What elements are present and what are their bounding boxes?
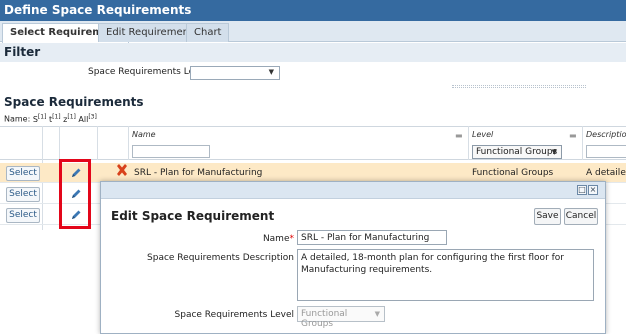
close-icon[interactable]: × [588,185,598,195]
column-level-header[interactable]: Level [472,130,493,139]
edit-dialog: □ × Edit Space Requirement Save Cancel N… [100,181,606,334]
name-index-t[interactable]: t[1] [49,113,61,124]
dialog-titlebar[interactable]: □ × [101,182,605,199]
column-description-header[interactable]: Description [586,130,626,139]
level-field-label: Space Requirements Level [174,310,294,320]
highlight-box [59,159,91,229]
filter-level-select[interactable]: ▼ [190,66,280,80]
filter-heading: Filter [0,43,626,62]
level-select: Functional Groups ▼ [297,306,385,329]
sort-icon[interactable]: ▬ [569,131,577,140]
tab-bar: Select Requirement Edit Requirement Char… [0,21,626,43]
select-button[interactable]: Select [6,187,40,202]
save-button[interactable]: Save [534,208,561,225]
name-filter-input[interactable] [132,145,210,158]
tab-chart[interactable]: Chart [186,23,230,42]
chevron-down-icon: ▼ [268,68,274,76]
grid-heading: Space Requirements [0,93,626,111]
level-select-value: Functional Groups [301,309,348,329]
chevron-down-icon: ▼ [551,148,557,156]
description-field-label: Space Requirements Description [147,253,294,263]
description-field[interactable]: A detailed, 18-month plan for configurin… [297,249,594,301]
name-index-bar: Name: S[1] t[1] z[1] All[3] [4,113,97,124]
maximize-icon[interactable]: □ [577,185,587,195]
description-filter-input[interactable] [586,145,626,158]
row-level-cell: Functional Groups [472,168,554,178]
level-filter-value: Functional Groups [476,147,558,157]
chevron-down-icon: ▼ [374,310,380,318]
cancel-button[interactable]: Cancel [564,208,598,225]
name-index-label: Name: [4,114,31,124]
select-button[interactable]: Select [6,208,40,223]
row-name-cell: SRL - Plan for Manufacturing [134,168,263,178]
name-index-s[interactable]: S[1] [33,113,47,124]
row-description-cell: A detailed, [586,168,626,178]
name-field-label: Name* [262,234,294,244]
level-filter-select[interactable]: Functional Groups ▼ [472,145,562,159]
dialog-title: Edit Space Requirement [111,209,275,223]
name-index-all[interactable]: All[3] [78,113,96,124]
splitter-handle[interactable] [452,85,586,88]
delete-icon[interactable] [115,163,129,177]
window-title: Define Space Requirements [0,0,626,21]
select-button[interactable]: Select [6,166,40,181]
sort-icon[interactable]: ▬ [455,131,463,140]
name-index-z[interactable]: z[1] [63,113,76,124]
column-name-header[interactable]: Name [132,130,156,139]
name-field[interactable]: SRL - Plan for Manufacturing [297,230,447,245]
